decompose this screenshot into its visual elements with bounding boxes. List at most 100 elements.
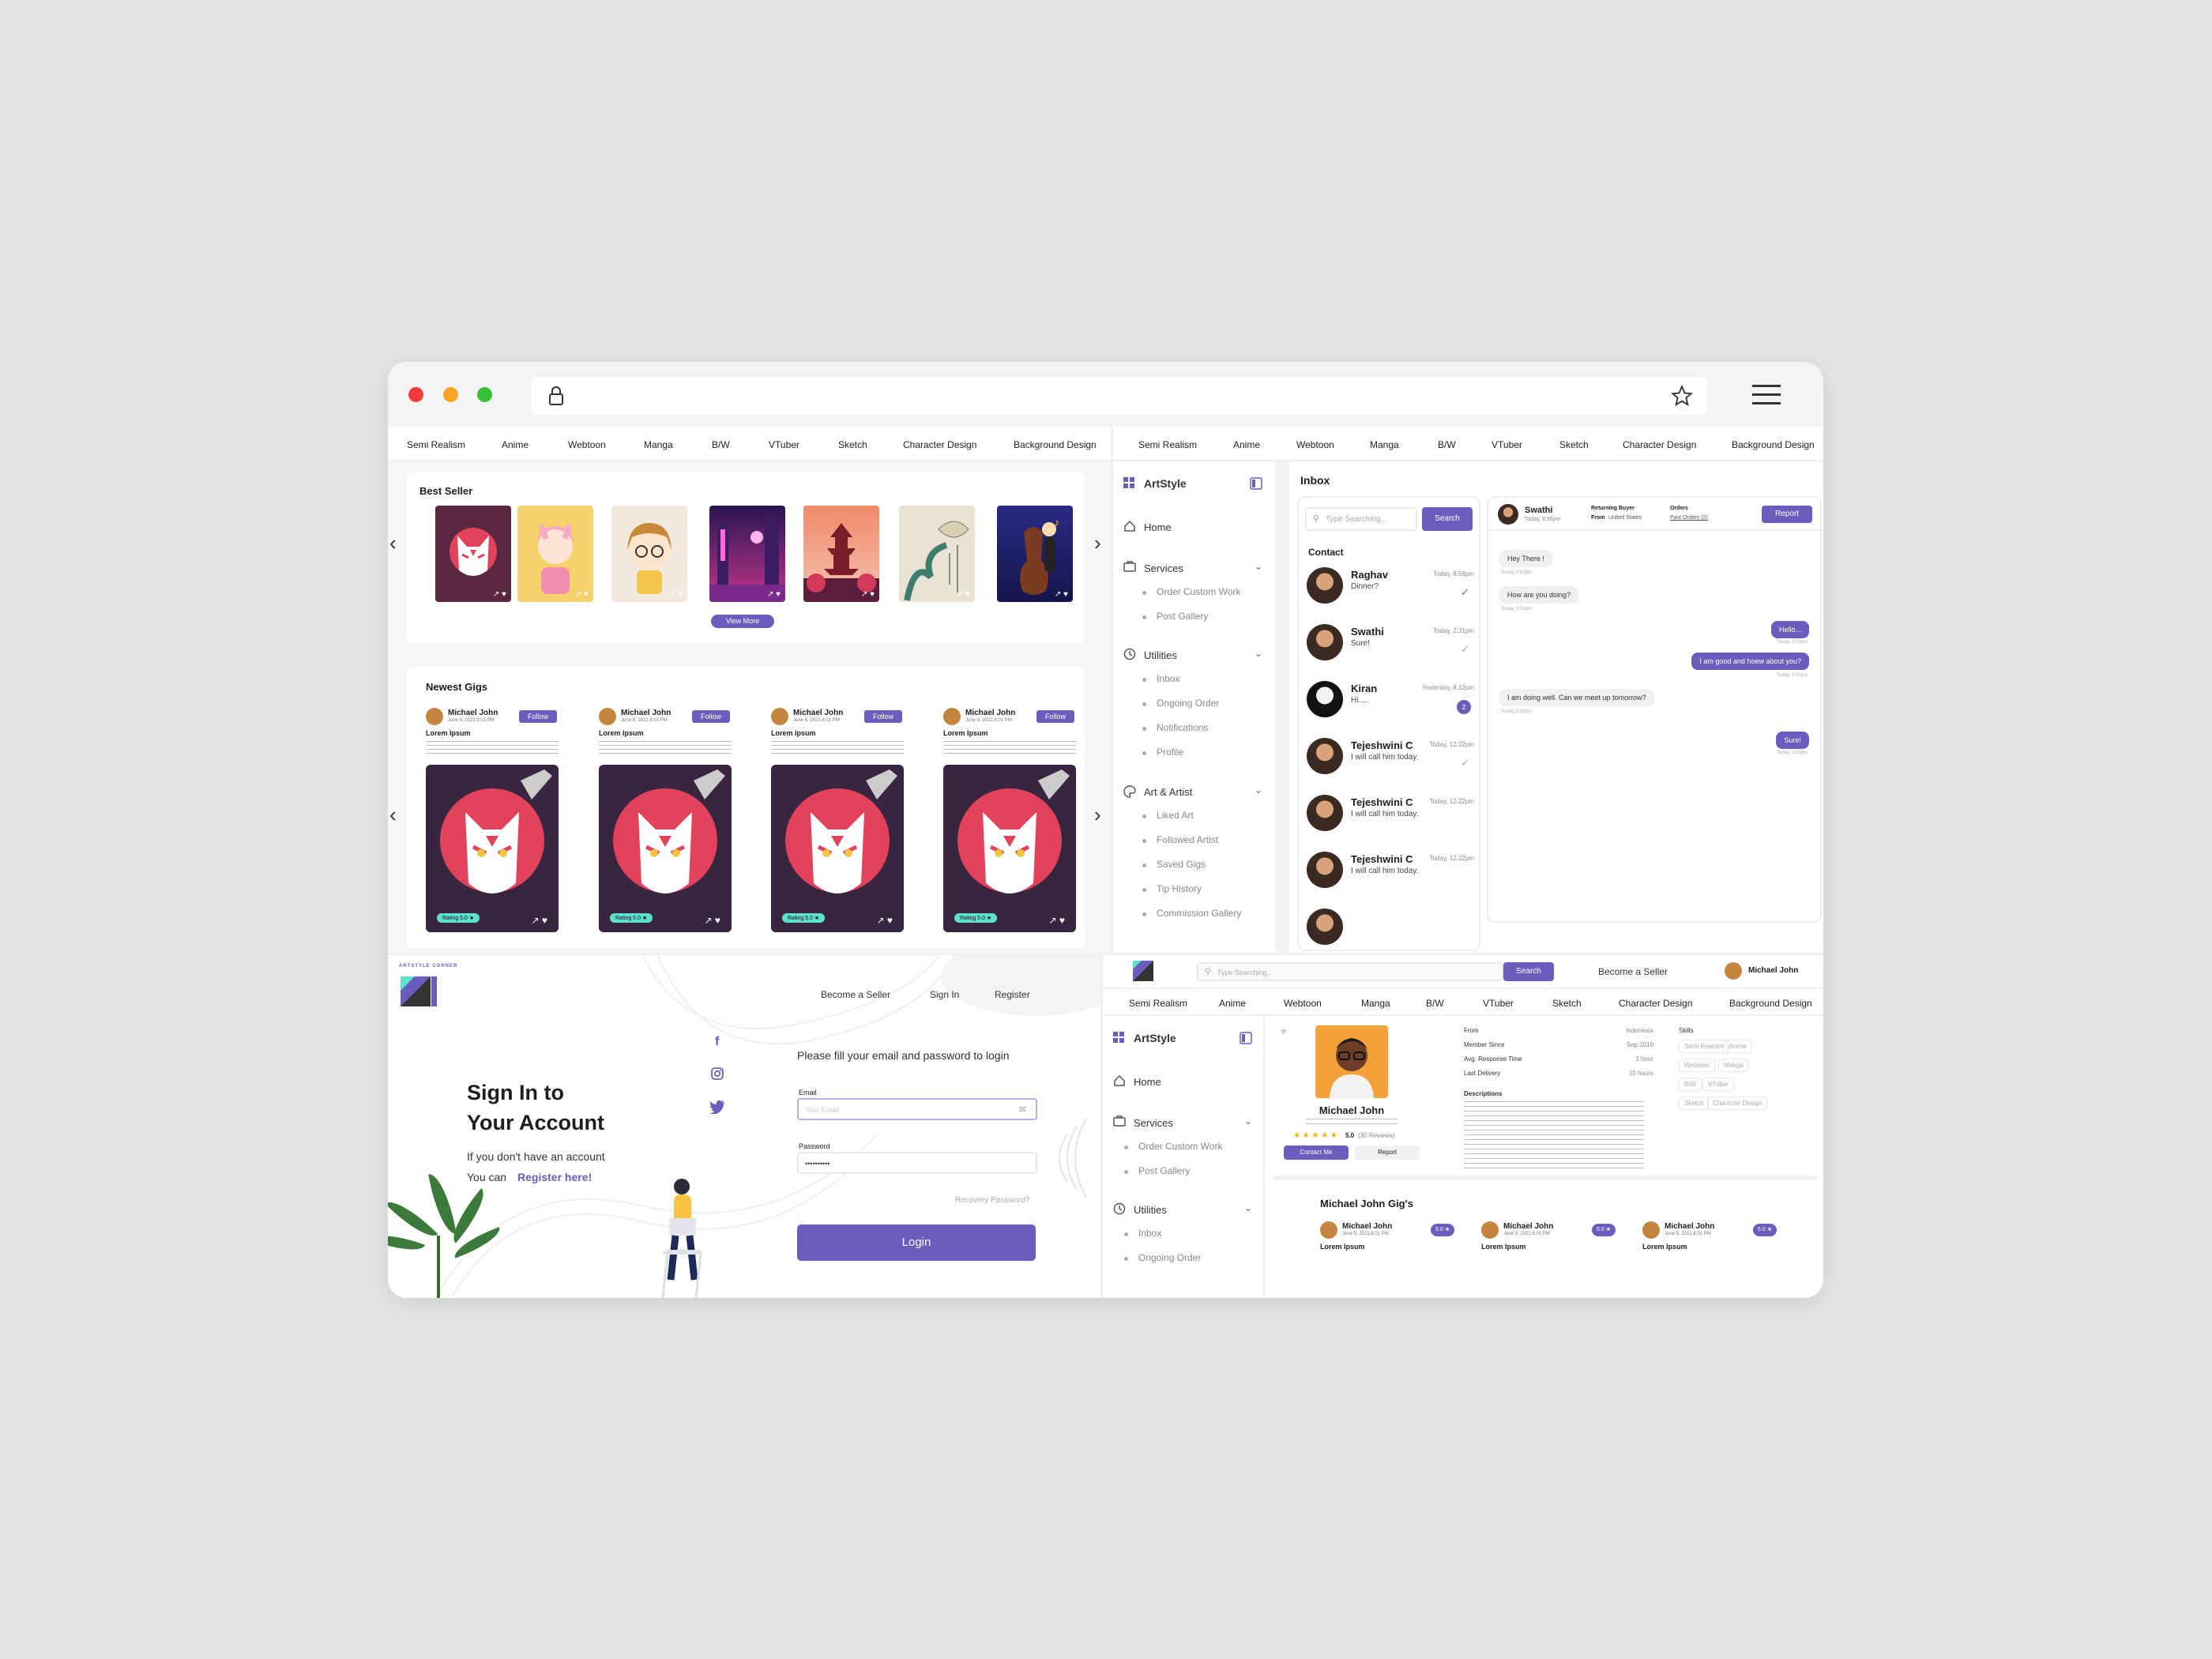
- category-manga[interactable]: Manga: [1361, 998, 1390, 1009]
- share-heart-icons[interactable]: ↗ ♥: [767, 590, 781, 599]
- share-heart-icons[interactable]: ↗ ♥: [575, 590, 589, 599]
- sidebar-item-liked-art[interactable]: Liked Art: [1142, 810, 1194, 821]
- contact-row[interactable]: Tejeshwini C I will call him today. Today,…: [1307, 788, 1474, 842]
- sidebar-item-ongoing-order[interactable]: Ongoing Order: [1123, 1252, 1201, 1263]
- chevron-down-icon[interactable]: ⌄: [1255, 784, 1262, 796]
- skill-tag[interactable]: Character Design: [1707, 1097, 1768, 1110]
- skill-tag[interactable]: Webtoon: [1679, 1059, 1715, 1072]
- follow-button[interactable]: Follow: [1036, 710, 1074, 723]
- twitter-icon[interactable]: [709, 1100, 725, 1114]
- star-icon[interactable]: [1671, 385, 1693, 407]
- sidebar-item-notifications[interactable]: Notifications: [1142, 722, 1208, 733]
- share-heart-icons[interactable]: ↗ ♥: [861, 590, 875, 599]
- category-semi-realism[interactable]: Semi Realism: [1138, 439, 1197, 450]
- category-vtuber[interactable]: VTuber: [1483, 998, 1514, 1009]
- skill-tag[interactable]: Anime: [1723, 1040, 1752, 1053]
- sidebar-item-art-artist[interactable]: Art & Artist: [1144, 786, 1192, 798]
- contact-row[interactable]: Swathi Sure! Today, 2:31pm ✓: [1307, 618, 1474, 672]
- gig-card[interactable]: Michael John June 8, 2021 8:01 PM 5.0 ★ …: [1481, 1221, 1616, 1285]
- share-heart-icons[interactable]: ↗ ♥: [531, 915, 547, 926]
- user-name[interactable]: Michael John: [1748, 966, 1798, 975]
- email-field[interactable]: Your Email ✉: [797, 1098, 1037, 1120]
- menu-icon[interactable]: [1752, 383, 1781, 407]
- artwork-thumbnail[interactable]: ↗ ♥: [611, 506, 687, 602]
- gig-artwork[interactable]: Rating 5.0 ★ ↗ ♥: [599, 765, 732, 932]
- share-heart-icons[interactable]: ↗ ♥: [1055, 590, 1068, 599]
- category-character-design[interactable]: Character Design: [1623, 439, 1696, 450]
- category-semi-realism[interactable]: Semi Realism: [1129, 998, 1187, 1009]
- nav-become-seller[interactable]: Become a Seller: [1598, 966, 1668, 977]
- sidebar-item-commission-gallery[interactable]: Commission Gallery: [1142, 908, 1241, 919]
- artwork-thumbnail[interactable]: ↗ ♥: [517, 506, 593, 602]
- collapse-sidebar-icon[interactable]: [1240, 1032, 1252, 1044]
- sidebar-item-followed-artist[interactable]: Followed Artist: [1142, 834, 1218, 845]
- category-bw[interactable]: B/W: [712, 439, 730, 450]
- category-sketch[interactable]: Sketch: [838, 439, 867, 450]
- category-manga[interactable]: Manga: [1370, 439, 1399, 450]
- chevron-down-icon[interactable]: ⌄: [1244, 1202, 1252, 1213]
- category-anime[interactable]: Anime: [1219, 998, 1246, 1009]
- sidebar-item-order-custom-work[interactable]: Order Custom Work: [1142, 586, 1240, 597]
- artwork-thumbnail[interactable]: ↗ ♥: [899, 506, 975, 602]
- facebook-icon[interactable]: f: [715, 1035, 719, 1049]
- share-heart-icons[interactable]: ↗ ♥: [1048, 915, 1065, 926]
- brand-logo[interactable]: [1132, 959, 1156, 983]
- avatar[interactable]: [1725, 962, 1742, 980]
- gig-artwork[interactable]: Rating 5.0 ★ ↗ ♥: [426, 765, 559, 932]
- chevron-down-icon[interactable]: ⌄: [1244, 1115, 1252, 1127]
- sidebar-item-utilities[interactable]: Utilities: [1144, 649, 1177, 661]
- category-sketch[interactable]: Sketch: [1552, 998, 1582, 1009]
- artwork-thumbnail[interactable]: ↗ ♥: [709, 506, 785, 602]
- maximize-window-button[interactable]: [477, 387, 492, 402]
- password-field[interactable]: ••••••••••: [797, 1152, 1037, 1174]
- skill-tag[interactable]: VTuber: [1702, 1078, 1734, 1091]
- instagram-icon[interactable]: [710, 1066, 724, 1081]
- skill-tag[interactable]: B/W: [1679, 1078, 1702, 1091]
- category-anime[interactable]: Anime: [1233, 439, 1260, 450]
- sidebar-item-order-custom-work[interactable]: Order Custom Work: [1123, 1141, 1222, 1152]
- contact-row[interactable]: Tejeshwini C I will call him today. Today,…: [1307, 732, 1474, 785]
- share-heart-icons[interactable]: ↗ ♥: [704, 915, 720, 926]
- best-seller-next-arrow[interactable]: ›: [1094, 531, 1101, 555]
- category-bw[interactable]: B/W: [1426, 998, 1444, 1009]
- follow-button[interactable]: Follow: [519, 710, 557, 723]
- sidebar-item-profile[interactable]: Profile: [1142, 747, 1183, 758]
- sidebar-item-home[interactable]: Home: [1144, 521, 1172, 533]
- sidebar-item-inbox[interactable]: Inbox: [1123, 1228, 1161, 1239]
- category-background-design[interactable]: Background Design: [1732, 439, 1815, 450]
- sidebar-item-home[interactable]: Home: [1134, 1076, 1161, 1088]
- search-button[interactable]: Search: [1503, 962, 1554, 981]
- nav-register[interactable]: Register: [995, 989, 1030, 1000]
- past-orders-link[interactable]: Past Orders (2): [1670, 515, 1708, 521]
- heart-icon[interactable]: ♥: [1281, 1025, 1287, 1037]
- artwork-thumbnail[interactable]: ↗ ♥: [435, 506, 511, 602]
- contact-me-button[interactable]: Contact Me: [1284, 1146, 1349, 1160]
- gig-card[interactable]: Michael John June 8, 2021 8:01 PM Follow…: [771, 708, 905, 945]
- minimize-window-button[interactable]: [443, 387, 458, 402]
- sidebar-item-post-gallery[interactable]: Post Gallery: [1123, 1165, 1190, 1176]
- skill-tag[interactable]: Semi Realism: [1679, 1040, 1729, 1053]
- best-seller-prev-arrow[interactable]: ‹: [389, 531, 397, 555]
- category-semi-realism[interactable]: Semi Realism: [407, 439, 465, 450]
- sidebar-item-saved-gigs[interactable]: Saved Gigs: [1142, 859, 1206, 870]
- register-link[interactable]: Register here!: [517, 1171, 592, 1183]
- gig-card[interactable]: Michael John June 8, 2021 8:01 PM Follow…: [599, 708, 733, 945]
- nav-sign-in[interactable]: Sign In: [930, 989, 959, 1000]
- view-more-button[interactable]: View More: [711, 615, 774, 628]
- artwork-thumbnail[interactable]: ♪ ↗ ♥: [997, 506, 1073, 602]
- artwork-thumbnail[interactable]: ↗ ♥: [803, 506, 879, 602]
- category-character-design[interactable]: Character Design: [1619, 998, 1692, 1009]
- sidebar-item-services[interactable]: Services: [1144, 562, 1183, 574]
- search-input[interactable]: ⚲ Type Searching...: [1197, 962, 1503, 981]
- gig-card[interactable]: Michael John June 8, 2021 8:01 PM Follow…: [426, 708, 560, 945]
- gig-artwork[interactable]: Rating 5.0 ★ ↗ ♥: [943, 765, 1076, 932]
- address-bar[interactable]: [532, 377, 1707, 415]
- share-heart-icons[interactable]: ↗ ♥: [876, 915, 893, 926]
- chevron-down-icon[interactable]: ⌄: [1255, 648, 1262, 659]
- share-heart-icons[interactable]: ↗ ♥: [493, 590, 506, 599]
- category-vtuber[interactable]: VTuber: [769, 439, 799, 450]
- category-sketch[interactable]: Sketch: [1559, 439, 1589, 450]
- category-bw[interactable]: B/W: [1438, 439, 1456, 450]
- skill-tag[interactable]: Manga: [1718, 1059, 1749, 1072]
- sidebar-item-post-gallery[interactable]: Post Gallery: [1142, 611, 1208, 622]
